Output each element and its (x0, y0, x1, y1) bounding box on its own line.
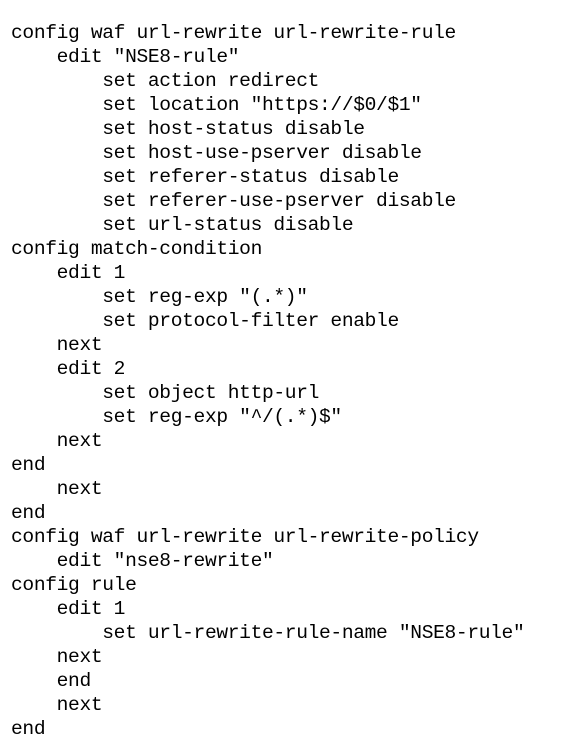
cli-line: config waf url-rewrite url-rewrite-rule (11, 22, 456, 44)
cli-line: edit 1 (11, 598, 126, 620)
cli-line: set reg-exp "^/(.*)$" (11, 406, 342, 428)
cli-line: set referer-status disable (11, 166, 399, 188)
cli-line: set action redirect (11, 70, 320, 92)
cli-line: edit "nse8-rewrite" (11, 550, 274, 572)
cli-line: config rule (11, 574, 137, 596)
cli-line: end (11, 718, 46, 740)
cli-line: end (11, 670, 92, 692)
cli-line: config waf url-rewrite url-rewrite-polic… (11, 526, 479, 548)
cli-line: edit "NSE8-rule" (11, 46, 240, 68)
cli-configuration-listing: config waf url-rewrite url-rewrite-rule … (0, 13, 577, 743)
cli-line: set location "https://$0/$1" (11, 94, 422, 116)
cli-line: next (11, 646, 103, 668)
cli-line: set url-rewrite-rule-name "NSE8-rule" (11, 622, 525, 644)
cli-line: end (11, 454, 46, 476)
cli-line: set url-status disable (11, 214, 354, 236)
cli-line: next (11, 334, 103, 356)
cli-line: set protocol-filter enable (11, 310, 399, 332)
cli-line: next (11, 430, 103, 452)
cli-line: edit 2 (11, 358, 126, 380)
cli-line: next (11, 694, 103, 716)
cli-line: set host-use-pserver disable (11, 142, 422, 164)
cli-line: set host-status disable (11, 118, 365, 140)
cli-line: set referer-use-pserver disable (11, 190, 456, 212)
cli-line: set object http-url (11, 382, 320, 404)
cli-line: set reg-exp "(.*)" (11, 286, 308, 308)
cli-line: end (11, 502, 46, 524)
cli-line: edit 1 (11, 262, 126, 284)
cli-line: next (11, 478, 103, 500)
cli-line: config match-condition (11, 238, 262, 260)
